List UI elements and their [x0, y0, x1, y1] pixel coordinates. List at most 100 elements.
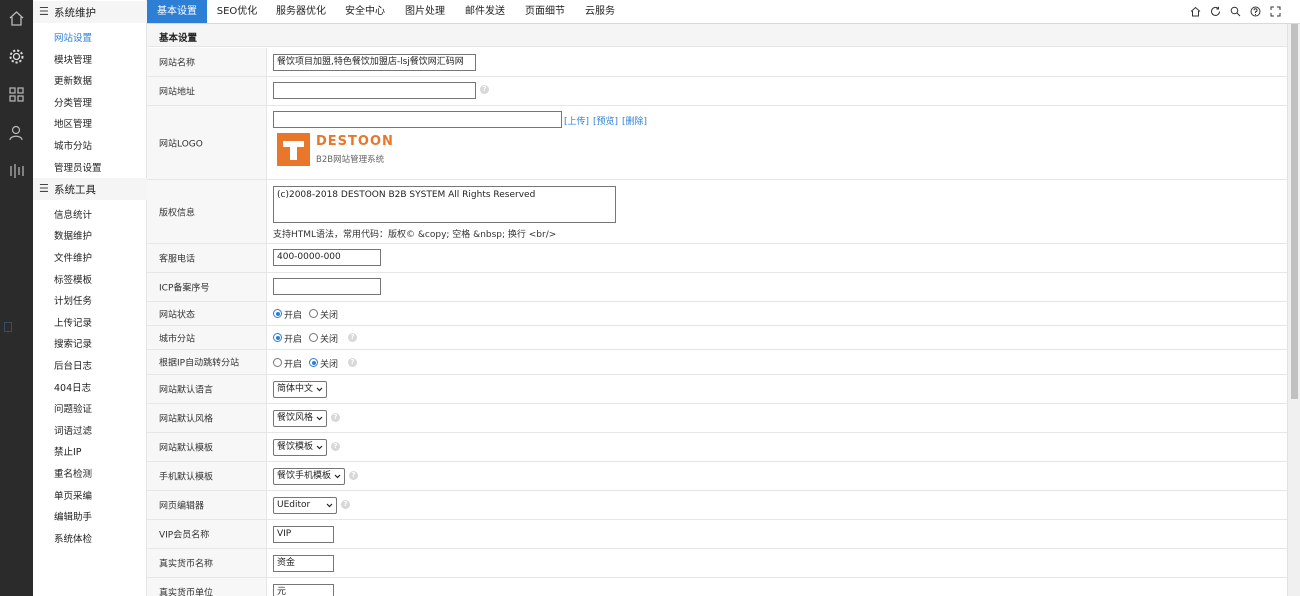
sidebar-item-system-check[interactable]: 系统体检	[54, 531, 92, 545]
site-status-off-radio[interactable]	[309, 309, 318, 318]
sidebar-item-update-data[interactable]: 更新数据	[54, 73, 92, 87]
sidebar-item-page-collect[interactable]: 单页采编	[54, 488, 92, 502]
help-icon[interactable]: ?	[480, 85, 489, 94]
label-icp: ICP备案序号	[159, 283, 210, 294]
home-icon[interactable]	[8, 10, 25, 27]
row-service-phone: 客服电话 400-0000-000	[147, 244, 1287, 273]
sidebar-item-region-management[interactable]: 地区管理	[54, 116, 92, 130]
help-icon[interactable]: ?	[331, 413, 340, 422]
sidebar-item-upload-log[interactable]: 上传记录	[54, 315, 92, 329]
refresh-icon[interactable]	[1210, 6, 1221, 17]
sidebar-item-duplicate-check[interactable]: 重名检测	[54, 466, 92, 480]
tab-page-details[interactable]: 页面细节	[519, 0, 571, 23]
site-logo-input[interactable]	[273, 111, 562, 128]
section-title-text: 基本设置	[159, 33, 198, 44]
icp-input[interactable]	[273, 278, 381, 295]
radio-label: 关闭	[320, 360, 339, 370]
sidebar-item-statistics[interactable]: 信息统计	[54, 207, 92, 221]
sidebar-item-scheduled-tasks[interactable]: 计划任务	[54, 293, 92, 307]
label-copyright: 版权信息	[159, 208, 196, 218]
sidebar-item-module-management[interactable]: 模块管理	[54, 52, 92, 66]
language-select-value: 简体中文	[277, 384, 314, 394]
settings-content: 基本设置 网站名称 餐饮项目加盟,特色餐饮加盟店-lsj餐饮网汇码网 网站地址 …	[147, 24, 1287, 596]
gear-icon[interactable]	[8, 48, 25, 65]
upload-link[interactable]: [上传]	[564, 114, 589, 127]
sidebar-item-editor-assistant[interactable]: 编辑助手	[54, 509, 92, 523]
fullscreen-icon[interactable]	[1270, 6, 1281, 17]
sidebar-item-data-maintenance[interactable]: 数据维护	[54, 228, 92, 242]
tab-seo[interactable]: SEO优化	[209, 0, 265, 23]
help-icon[interactable]: ?	[341, 500, 350, 509]
currency-unit-input[interactable]: 元	[273, 584, 334, 596]
service-phone-input[interactable]: 400-0000-000	[273, 249, 381, 266]
row-label: 网站状态	[147, 302, 267, 325]
language-select[interactable]: 简体中文	[273, 381, 327, 398]
sidebar-item-word-filter[interactable]: 词语过滤	[54, 423, 92, 437]
sidebar-item-question-verify[interactable]: 问题验证	[54, 401, 92, 415]
row-editor: 网页编辑器 UEditor ?	[147, 491, 1287, 520]
tab-image-processing[interactable]: 图片处理	[399, 0, 451, 23]
city-branch-on-radio[interactable]	[273, 333, 282, 342]
mobile-template-select[interactable]: 餐饮手机模板	[273, 468, 345, 485]
help-icon[interactable]: ?	[348, 333, 357, 342]
city-branch-off-radio[interactable]	[309, 333, 318, 342]
logo-brand-text: DESTOON	[316, 134, 394, 149]
delete-link[interactable]: [删除]	[622, 114, 647, 127]
sidebar-item-file-maintenance[interactable]: 文件维护	[54, 250, 92, 264]
tab-cloud-service[interactable]: 云服务	[579, 0, 621, 23]
preview-link[interactable]: [预览]	[593, 114, 618, 127]
sidebar-item-404-log[interactable]: 404日志	[54, 380, 91, 394]
tab-basic-settings[interactable]: 基本设置	[147, 0, 207, 23]
vip-name-input[interactable]: VIP	[273, 526, 334, 543]
editor-select[interactable]: UEditor	[273, 497, 337, 514]
section-title: 基本设置	[147, 24, 1287, 47]
label-style: 网站默认风格	[159, 414, 214, 425]
sidebar-item-admin-settings[interactable]: 管理员设置	[54, 160, 102, 174]
style-select[interactable]: 餐饮风格	[273, 410, 327, 427]
radio-label: 开启	[284, 360, 303, 370]
sidebar-item-category-management[interactable]: 分类管理	[54, 95, 92, 109]
row-label: 网站默认风格	[147, 404, 267, 432]
bars-icon[interactable]	[8, 162, 25, 179]
row-label: 网站名称	[147, 48, 267, 76]
site-status-on-radio[interactable]	[273, 309, 282, 318]
sidebar-item-search-log[interactable]: 搜索记录	[54, 336, 92, 350]
sidebar-item-city-branch[interactable]: 城市分站	[54, 138, 92, 152]
home-icon[interactable]	[1190, 6, 1201, 17]
copyright-textarea[interactable]: (c)2008-2018 DESTOON B2B SYSTEM All Righ…	[273, 186, 616, 223]
sidebar-item-site-settings[interactable]: 网站设置	[54, 30, 92, 44]
ip-redirect-on-radio[interactable]	[273, 358, 282, 367]
label-site-logo: 网站LOGO	[159, 139, 203, 149]
help-icon[interactable]: ?	[331, 442, 340, 451]
help-icon[interactable]: ?	[348, 358, 357, 367]
site-name-input[interactable]: 餐饮项目加盟,特色餐饮加盟店-lsj餐饮网汇码网	[273, 54, 476, 71]
editor-select-value: UEditor	[277, 500, 311, 510]
template-select[interactable]: 餐饮模板	[273, 439, 327, 456]
row-label: 真实货币名称	[147, 549, 267, 577]
tab-mail-sending[interactable]: 邮件发送	[459, 0, 511, 23]
user-icon[interactable]	[8, 124, 25, 141]
nav-group-system-tools[interactable]: ☰ 系统工具	[33, 178, 147, 200]
ip-redirect-off-radio[interactable]	[309, 358, 318, 367]
grid-icon[interactable]	[8, 86, 25, 103]
tab-security-center[interactable]: 安全中心	[339, 0, 391, 23]
help-icon[interactable]: ?	[349, 471, 358, 480]
help-icon[interactable]	[1250, 6, 1261, 17]
site-url-input[interactable]	[273, 82, 476, 99]
sidebar-item-admin-log[interactable]: 后台日志	[54, 358, 92, 372]
radio-label: 关闭	[320, 311, 339, 321]
row-label: 版权信息	[147, 180, 267, 243]
row-label: 网站默认模板	[147, 433, 267, 461]
tab-server-optimization[interactable]: 服务器优化	[271, 0, 331, 23]
sidebar-item-ban-ip[interactable]: 禁止IP	[54, 444, 82, 458]
row-template: 网站默认模板 餐饮模板 ?	[147, 433, 1287, 462]
vertical-scrollbar[interactable]	[1287, 24, 1300, 596]
nav-group-system-maintenance[interactable]: ☰ 系统维护	[33, 1, 147, 23]
chevron-down-icon	[334, 474, 341, 479]
search-icon[interactable]	[1230, 6, 1241, 17]
currency-name-input[interactable]: 资金	[273, 555, 334, 572]
scrollbar-thumb[interactable]	[1291, 24, 1298, 399]
mobile-template-select-value: 餐饮手机模板	[277, 471, 332, 481]
row-mobile-template: 手机默认模板 餐饮手机模板 ?	[147, 462, 1287, 491]
sidebar-item-tag-templates[interactable]: 标签模板	[54, 272, 92, 286]
